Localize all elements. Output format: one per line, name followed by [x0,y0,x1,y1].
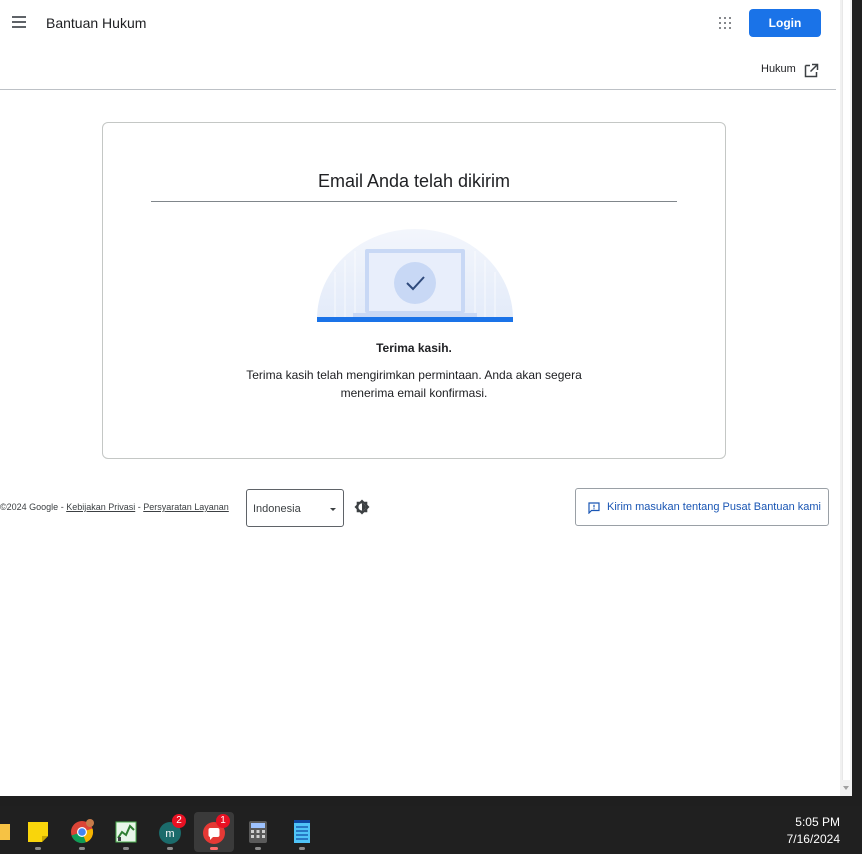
notepad-icon [294,820,310,843]
taskbar-item-chrome[interactable] [62,812,102,852]
language-select[interactable]: Indonesia [246,489,344,527]
clock-time: 5:05 PM [795,815,840,829]
feedback-button[interactable]: Kirim masukan tentang Pusat Bantuan kami [575,488,829,526]
scroll-thumb[interactable] [842,0,850,780]
google-apps-icon[interactable] [719,17,731,29]
thanks-title: Terima kasih. [376,341,452,355]
feedback-icon [588,502,600,514]
task-manager-icon [115,821,137,843]
chat-badge: 2 [172,814,186,828]
system-clock[interactable]: 5:05 PM 7/16/2024 [787,814,840,848]
app-title[interactable]: Bantuan Hukum [46,15,146,31]
taskbar-item-sticky-notes[interactable] [18,812,58,852]
language-value: Indonesia [253,503,301,515]
sticky-notes-icon [28,822,48,842]
laptop-check-illustration [317,229,513,322]
window-border-bottom [0,796,862,806]
scroll-down-icon[interactable] [843,786,849,790]
svg-text:m: m [165,828,174,840]
taskbar: m 2 1 5:05 PM 7/16/2024 [0,806,862,854]
card-divider [151,201,677,202]
feedback-label: Kirim masukan tentang Pusat Bantuan kami [607,501,822,513]
thanks-message: Terima kasih telah mengirimkan permintaa… [246,368,582,400]
copyright-text: ©2024 Google [0,502,59,512]
taskbar-item-task-manager[interactable] [106,812,146,852]
taskbar-item-notepad[interactable] [282,812,322,852]
clock-date: 7/16/2024 [786,832,840,846]
taskbar-item-chat-app[interactable]: m 2 [150,812,190,852]
file-explorer-icon [0,824,10,840]
terms-link[interactable]: Persyaratan Layanan [143,502,229,512]
footer-links: ©2024 Google - Kebijakan Privasi - Persy… [0,502,229,512]
hukum-link[interactable]: Hukum [761,63,796,75]
page-scrollbar[interactable] [840,0,852,796]
window-border [852,0,862,800]
calculator-icon [249,821,267,843]
chrome-icon [71,819,94,844]
browser-page: Bantuan Hukum Login Hukum Email Anda tel… [0,0,852,796]
taskbar-item-calculator[interactable] [238,812,278,852]
card-title: Email Anda telah dikirim [317,171,511,191]
taskbar-item-messenger[interactable]: 1 [194,812,234,852]
separator: - [58,502,67,512]
external-link-icon[interactable] [804,63,819,78]
caret-down-icon [330,508,336,511]
menu-icon[interactable] [12,16,26,28]
header-divider [0,89,836,90]
login-button[interactable]: Login [749,9,821,37]
messenger-badge: 1 [216,814,230,828]
taskbar-item-file-explorer[interactable] [0,812,18,852]
privacy-link[interactable]: Kebijakan Privasi [66,502,135,512]
confirmation-card: Email Anda telah dikirim Terima kasih. T… [102,122,726,459]
theme-toggle-icon[interactable] [354,499,370,515]
